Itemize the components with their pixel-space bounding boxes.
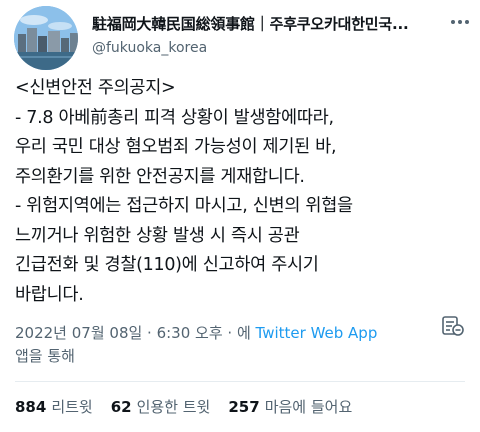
- retweets-stat[interactable]: 884 리트윗: [15, 396, 93, 417]
- quotes-label: 인용한 트윗: [136, 398, 211, 416]
- tweet-line: <신변안전 주의공지>: [15, 78, 176, 98]
- more-dots-icon[interactable]: [449, 11, 471, 33]
- avatar[interactable]: [14, 6, 78, 70]
- timestamp[interactable]: 2022년 07월 08일 · 6:30 오후 · 에: [15, 324, 251, 342]
- user-handle[interactable]: @fukuoka_korea: [92, 40, 207, 56]
- source-suffix: 앱을 통해: [15, 347, 75, 365]
- tweet-line: 긴급전화 및 경찰(110)에 신고하여 주시기: [15, 255, 319, 275]
- tweet-line: 느끼거나 위험한 상황 발생 시 즉시 공관: [15, 225, 300, 246]
- tweet-line: - 7.8 아베前총리 피격 상황이 발생함에따라,: [15, 107, 334, 128]
- likes-count: 257: [228, 398, 260, 416]
- engagement-stats: 884 리트윗 62 인용한 트윗 257 마음에 들어요: [15, 396, 352, 417]
- tweet-meta: 2022년 07월 08일 · 6:30 오후 · 에 Twitter Web …: [15, 322, 435, 344]
- translate-icon[interactable]: [440, 314, 464, 338]
- quotes-stat[interactable]: 62 인용한 트윗: [111, 396, 211, 417]
- tweet-line: 바랍니다.: [15, 284, 84, 305]
- tweet-line: 우리 국민 대상 혐오범죄 가능성이 제기된 바,: [15, 137, 337, 157]
- tweet-line: - 위험지역에는 접근하지 마시고, 신변의 위협을: [15, 196, 353, 216]
- source-app-link[interactable]: Twitter Web App: [256, 324, 378, 342]
- tweet-line: 주의환기를 위한 안전공지를 게재합니다.: [15, 166, 305, 187]
- divider: [15, 381, 465, 382]
- likes-stat[interactable]: 257 마음에 들어요: [228, 396, 352, 417]
- tweet-text: <신변안전 주의공지> - 7.8 아베前총리 피격 상황이 발생함에따라, 우…: [15, 74, 470, 310]
- retweets-label: 리트윗: [51, 398, 93, 416]
- display-name[interactable]: 駐福岡大韓民国総領事館｜주후쿠오카대한민국...: [92, 13, 444, 34]
- quotes-count: 62: [110, 398, 132, 416]
- likes-label: 마음에 들어요: [264, 398, 353, 416]
- retweets-count: 884: [15, 398, 47, 416]
